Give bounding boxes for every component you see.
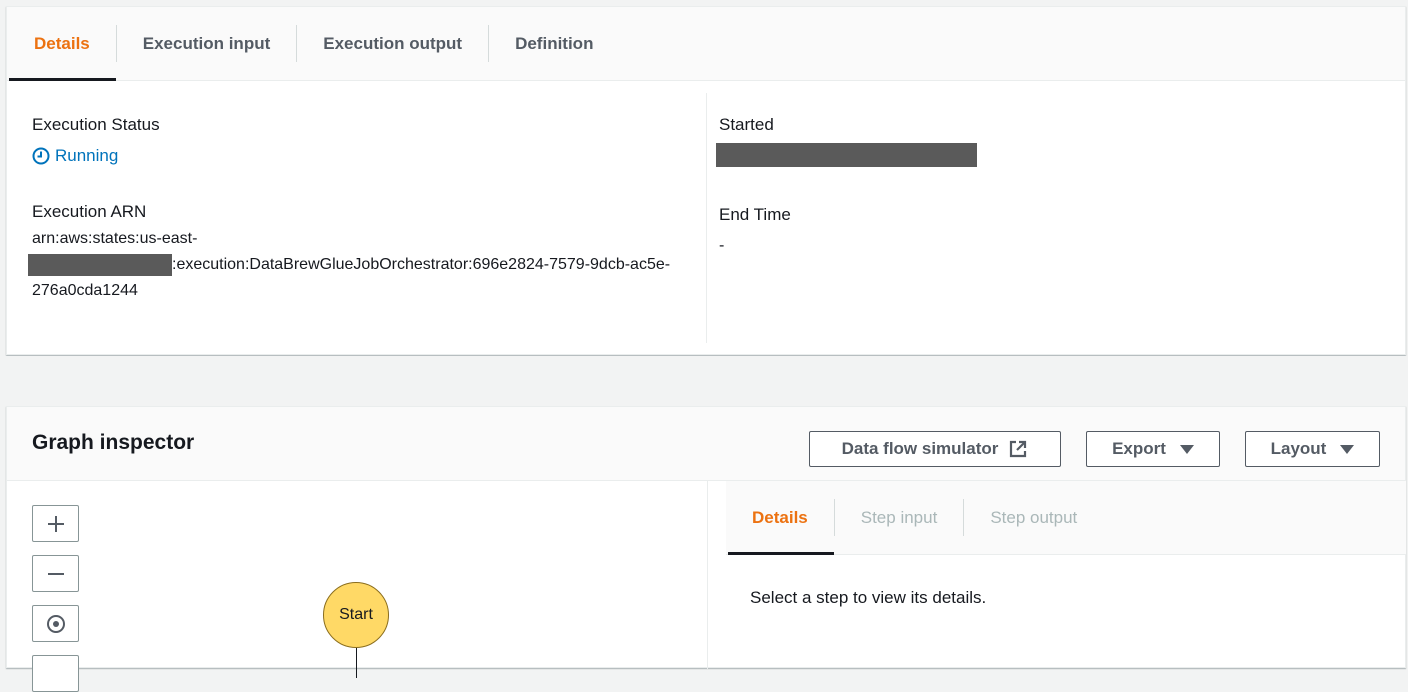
execution-details-panel: Details Execution input Execution output…: [6, 6, 1406, 355]
external-link-icon: [1010, 440, 1027, 458]
arn-prefix: arn:aws:states:us-east-: [32, 230, 198, 247]
details-right-column: Started End Time -: [716, 115, 1379, 255]
caret-down-icon: [1340, 444, 1355, 454]
execution-arn-field: Execution ARN arn:aws:states:us-east- :e…: [28, 202, 692, 304]
execution-status-value: Running: [32, 146, 692, 166]
details-body: Execution Status Running Execution ARN a…: [7, 81, 1405, 355]
fit-view-button[interactable]: [32, 655, 79, 692]
minus-icon: [47, 572, 64, 575]
inspector-divider: [707, 481, 708, 669]
graph-inspector-header: Graph inspector Data flow simulator Expo…: [7, 407, 1405, 481]
data-flow-simulator-label: Data flow simulator: [841, 439, 999, 458]
redacted-started-time: [716, 143, 977, 167]
export-button[interactable]: Export: [1086, 431, 1220, 467]
redacted-account-id: [28, 253, 172, 276]
started-label: Started: [719, 115, 774, 134]
layout-button[interactable]: Layout: [1245, 431, 1380, 467]
graph-edge: [356, 648, 357, 678]
start-node-label: Start: [339, 606, 373, 623]
plus-icon: [47, 515, 64, 532]
start-node[interactable]: Start: [323, 582, 389, 648]
end-time-value: -: [719, 237, 725, 254]
graph-inspector-body: Start Details Step input Step output Sel…: [7, 481, 1406, 692]
end-time-label: End Time: [719, 205, 791, 224]
export-label: Export: [1112, 439, 1166, 458]
graph-canvas[interactable]: Start: [7, 481, 707, 692]
tab-definition[interactable]: Definition: [489, 7, 619, 80]
target-icon: [46, 614, 65, 633]
tab-details[interactable]: Details: [7, 7, 116, 81]
details-left-column: Execution Status Running Execution ARN a…: [28, 115, 692, 304]
layout-label: Layout: [1270, 439, 1327, 458]
tab-execution-input[interactable]: Execution input: [117, 7, 297, 80]
status-text: Running: [55, 146, 119, 165]
step-inspector-tabbar: Details Step input Step output: [726, 481, 1406, 555]
graph-inspector-panel: Graph inspector Data flow simulator Expo…: [6, 406, 1406, 692]
execution-status-label: Execution Status: [32, 115, 160, 134]
execution-arn-value: arn:aws:states:us-east- :execution:DataB…: [28, 226, 692, 304]
center-view-button[interactable]: [32, 605, 79, 642]
graph-inspector-title: Graph inspector: [32, 431, 195, 454]
zoom-in-button[interactable]: [32, 505, 79, 542]
tab-step-details[interactable]: Details: [726, 481, 834, 555]
empty-step-message: Select a step to view its details.: [750, 588, 987, 607]
details-tabbar: Details Execution input Execution output…: [7, 7, 1405, 81]
tab-execution-output[interactable]: Execution output: [297, 7, 488, 80]
end-time-field: End Time -: [719, 205, 1379, 255]
page-gap: [0, 356, 1408, 406]
execution-arn-label: Execution ARN: [32, 202, 147, 221]
step-inspector: Details Step input Step output Select a …: [726, 481, 1406, 669]
data-flow-simulator-button[interactable]: Data flow simulator: [809, 431, 1061, 467]
caret-down-icon: [1179, 444, 1194, 454]
tab-step-input[interactable]: Step input: [835, 481, 964, 554]
tab-step-output[interactable]: Step output: [964, 481, 1103, 554]
zoom-out-button[interactable]: [32, 555, 79, 592]
clock-icon: [32, 147, 50, 165]
column-divider: [706, 93, 707, 343]
